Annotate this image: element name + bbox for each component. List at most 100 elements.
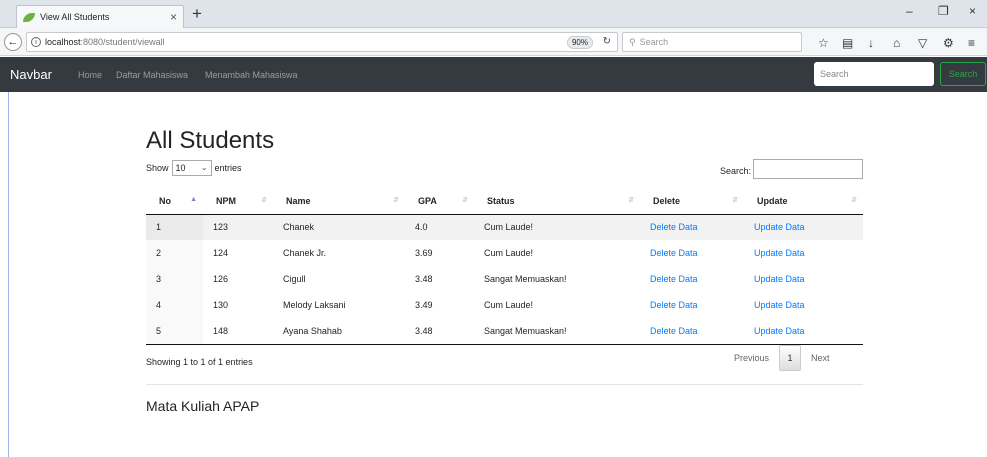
cell-update: Update Data xyxy=(744,214,863,240)
new-tab-button[interactable]: + xyxy=(192,4,202,24)
url-path: :8080/student/viewall xyxy=(80,37,165,47)
delete-data-link[interactable]: Delete Data xyxy=(650,326,698,336)
header-label: Update xyxy=(757,195,788,206)
next-button[interactable]: Next xyxy=(811,353,830,363)
cell-no: 5 xyxy=(146,318,203,345)
table-row: 4 130 Melody Laksani 3.49 Cum Laude! Del… xyxy=(146,292,863,318)
delete-data-link[interactable]: Delete Data xyxy=(650,300,698,310)
update-data-link[interactable]: Update Data xyxy=(754,248,805,258)
column-header-no[interactable]: No ▲ xyxy=(146,188,203,215)
delete-data-link[interactable]: Delete Data xyxy=(650,248,698,258)
minimize-icon[interactable]: – xyxy=(906,4,913,18)
sort-asc-icon: ▲ xyxy=(190,196,197,203)
reload-icon[interactable]: ↻ xyxy=(603,36,611,47)
entries-select[interactable]: 10 ⌄ xyxy=(171,160,212,176)
cell-update: Update Data xyxy=(744,318,863,345)
students-table: No ▲ NPM ⇵ Name ⇵ GPA ⇵ Status ⇵ Delete ⇵ Upda… xyxy=(146,188,863,345)
column-header-gpa[interactable]: GPA ⇵ xyxy=(405,188,474,215)
nav-link-daftar-mahasiswa[interactable]: Daftar Mahasiswa xyxy=(116,70,188,80)
delete-data-link[interactable]: Delete Data xyxy=(650,222,698,232)
previous-button[interactable]: Previous xyxy=(734,353,769,363)
cell-name: Cigull xyxy=(283,274,306,284)
divider xyxy=(146,384,863,385)
cell-no: 1 xyxy=(146,214,203,240)
table-row: 5 148 Ayana Shahab 3.48 Sangat Memuaskan… xyxy=(146,318,863,345)
update-data-link[interactable]: Update Data xyxy=(754,326,805,336)
browser-tab-bar: View All Students × + – ❐ × xyxy=(0,0,987,28)
extension-icon[interactable]: ⚙ xyxy=(943,36,954,50)
page-1-button[interactable]: 1 xyxy=(779,345,802,371)
pagination: Previous 1 Next xyxy=(734,345,830,371)
table-row: 3 126 Cigull 3.48 Sangat Memuaskan! Dele… xyxy=(146,266,863,292)
page-left-border xyxy=(8,92,9,457)
column-header-name[interactable]: Name ⇵ xyxy=(273,188,405,215)
sort-icon: ⇵ xyxy=(462,197,468,204)
bookmark-star-icon[interactable]: ☆ xyxy=(818,36,829,50)
browser-search-placeholder: Search xyxy=(639,37,669,47)
cell-gpa: 4.0 xyxy=(405,214,474,240)
cell-no: 3 xyxy=(146,266,203,292)
cell-delete: Delete Data xyxy=(640,240,744,266)
cell-gpa: 3.48 xyxy=(415,274,433,284)
window-close-icon[interactable]: × xyxy=(969,4,976,18)
download-icon[interactable]: ↓ xyxy=(868,36,874,50)
header-label: Name xyxy=(286,195,311,206)
sort-icon: ⇵ xyxy=(628,197,634,204)
cell-no: 2 xyxy=(146,240,203,266)
back-arrow-icon[interactable]: ← xyxy=(4,33,22,51)
update-data-link[interactable]: Update Data xyxy=(754,274,805,284)
delete-data-link[interactable]: Delete Data xyxy=(650,274,698,284)
column-header-delete[interactable]: Delete ⇵ xyxy=(640,188,744,215)
home-icon[interactable]: ⌂ xyxy=(893,36,900,50)
restore-icon[interactable]: ❐ xyxy=(938,4,949,18)
cell-delete: Delete Data xyxy=(640,292,744,318)
nav-link-home[interactable]: Home xyxy=(78,70,102,80)
cell-status: Sangat Memuaskan! xyxy=(484,274,567,284)
cell-name: Chanek xyxy=(273,214,405,240)
header-label: Delete xyxy=(653,195,681,206)
cell-name: Melody Laksani xyxy=(283,300,346,310)
navbar-search-button[interactable]: Search xyxy=(940,62,986,86)
reading-list-icon[interactable]: ▤ xyxy=(842,36,853,50)
zoom-badge[interactable]: 90% xyxy=(566,36,593,49)
entries-select-value: 10 xyxy=(175,163,186,173)
table-search-input[interactable] xyxy=(753,159,863,179)
column-header-update[interactable]: Update ⇵ xyxy=(744,188,863,215)
cell-status: Cum Laude! xyxy=(484,248,534,258)
cell-delete: Delete Data xyxy=(640,266,744,292)
sort-icon: ⇵ xyxy=(851,197,857,204)
cell-name: Ayana Shahab xyxy=(273,318,405,345)
show-label: Show xyxy=(146,163,169,173)
column-header-npm[interactable]: NPM ⇵ xyxy=(203,188,273,215)
tab-close-icon[interactable]: × xyxy=(170,10,177,24)
browser-url-bar: ← i localhost :8080/student/viewall 90% … xyxy=(0,28,987,56)
cell-npm: 148 xyxy=(203,318,273,345)
header-label: Status xyxy=(487,195,515,206)
table-row: 2 124 Chanek Jr. 3.69 Cum Laude! Delete … xyxy=(146,240,863,266)
column-header-status[interactable]: Status ⇵ xyxy=(474,188,640,215)
cell-gpa: 3.69 xyxy=(415,248,433,258)
nav-link-menambah-mahasiswa[interactable]: Menambah Mahasiswa xyxy=(205,70,298,80)
navbar-brand[interactable]: Navbar xyxy=(10,67,52,82)
navbar-search-input[interactable]: Search xyxy=(814,62,934,86)
table-row: 1 123 Chanek 4.0 Cum Laude! Delete Data … xyxy=(146,214,863,240)
section-subtitle: Mata Kuliah APAP xyxy=(146,398,260,414)
cell-npm: 130 xyxy=(213,300,229,310)
header-label: No xyxy=(159,195,171,206)
browser-search-field[interactable]: ⚲ Search xyxy=(622,32,802,52)
sort-icon: ⇵ xyxy=(732,197,738,204)
header-label: NPM xyxy=(216,195,236,206)
cell-no: 4 xyxy=(146,292,203,318)
cell-update: Update Data xyxy=(744,266,863,292)
update-data-link[interactable]: Update Data xyxy=(754,300,805,310)
header-label: GPA xyxy=(418,195,437,206)
cell-npm: 124 xyxy=(213,248,229,258)
page-title: All Students xyxy=(146,127,275,154)
address-field[interactable]: i localhost :8080/student/viewall 90% ↻ xyxy=(26,32,618,52)
update-data-link[interactable]: Update Data xyxy=(754,222,805,232)
url-host: localhost xyxy=(45,37,81,47)
info-icon[interactable]: i xyxy=(31,37,41,47)
browser-tab[interactable]: View All Students × xyxy=(16,5,184,28)
menu-icon[interactable]: ≡ xyxy=(968,36,975,50)
pocket-icon[interactable]: ▽ xyxy=(918,36,927,50)
